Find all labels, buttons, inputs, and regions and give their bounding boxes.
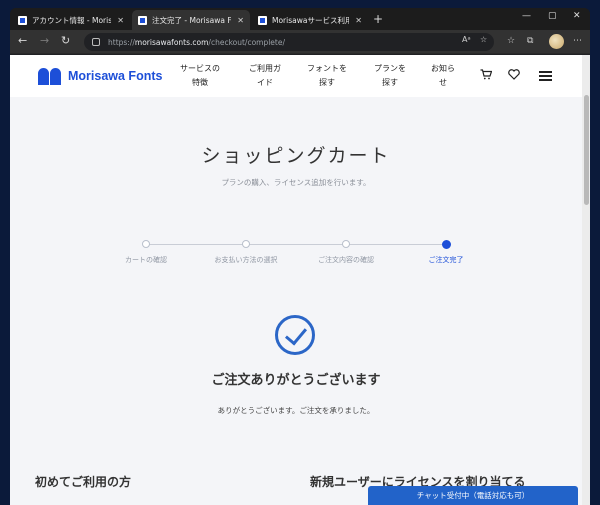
url-text: https://morisawafonts.com/checkout/compl… bbox=[108, 37, 286, 47]
read-aloud-icon[interactable]: Aᵃ bbox=[462, 35, 471, 44]
site-header: Morisawa Fonts サービスの 特徴 ご利用ガ イド フォントを 探す プラ… bbox=[10, 55, 582, 97]
step-dot-complete bbox=[442, 240, 451, 249]
page-subtitle: プランの購入、ライセンス追加を行います。 bbox=[221, 178, 371, 187]
page-viewport: Morisawa Fonts サービスの 特徴 ご利用ガ イド フォントを 探す プラ… bbox=[10, 55, 590, 505]
nav-features[interactable]: サービスの 特徴 bbox=[175, 62, 225, 90]
more-menu-icon[interactable]: ⋯ bbox=[573, 36, 582, 46]
nav-guide[interactable]: ご利用ガ イド bbox=[240, 62, 290, 90]
collections-icon[interactable]: ⧉ bbox=[527, 36, 533, 46]
thanks-message: ありがとうございます。ご注文を承りました。 bbox=[217, 406, 375, 415]
close-window-button[interactable]: ✕ bbox=[573, 11, 581, 21]
nav-news[interactable]: お知らせ bbox=[418, 62, 468, 90]
morisawa-favicon-icon bbox=[18, 15, 27, 25]
step-label-payment: お支払い方法の選択 bbox=[214, 256, 278, 264]
tab-strip: アカウント情報 - Morisawa ID ✕ 注文完了 - Morisawa … bbox=[10, 8, 590, 30]
back-button[interactable]: ← bbox=[18, 34, 27, 47]
step-label-cart: カートの確認 bbox=[125, 256, 167, 264]
minimize-button[interactable]: — bbox=[522, 11, 531, 21]
forward-button[interactable]: → bbox=[40, 34, 49, 47]
hamburger-menu-icon[interactable] bbox=[539, 71, 552, 81]
tab-title: 注文完了 - Morisawa Fonts bbox=[152, 15, 232, 25]
profile-avatar[interactable] bbox=[549, 34, 564, 49]
reload-button[interactable]: ↻ bbox=[61, 34, 70, 47]
step-dot-payment bbox=[242, 240, 250, 248]
favorite-star-icon[interactable]: ☆ bbox=[480, 35, 487, 44]
close-tab-icon[interactable]: ✕ bbox=[355, 16, 362, 25]
browser-window: アカウント情報 - Morisawa ID ✕ 注文完了 - Morisawa … bbox=[10, 8, 590, 505]
page-scrollbar[interactable] bbox=[582, 55, 590, 505]
tab-title: アカウント情報 - Morisawa ID bbox=[32, 15, 112, 25]
step-dot-confirm bbox=[342, 240, 350, 248]
steps-line bbox=[146, 244, 446, 245]
scrollbar-thumb[interactable] bbox=[584, 95, 589, 205]
step-label-complete: ご注文完了 bbox=[428, 256, 464, 264]
step-dot-cart bbox=[142, 240, 150, 248]
close-tab-icon[interactable]: ✕ bbox=[237, 16, 244, 25]
chat-support-button[interactable]: チャット受付中（電話対応も可） bbox=[368, 486, 578, 505]
tab-order-complete[interactable]: 注文完了 - Morisawa Fonts ✕ bbox=[132, 10, 250, 30]
favorites-icon[interactable]: ☆ bbox=[507, 36, 515, 46]
close-tab-icon[interactable]: ✕ bbox=[117, 16, 124, 25]
heart-icon[interactable] bbox=[508, 69, 520, 83]
section-first-time: 初めてご利用の方 bbox=[35, 475, 132, 489]
lock-icon[interactable] bbox=[92, 38, 100, 46]
tab-title: Morisawaサービス利用規約 - Mori bbox=[272, 15, 350, 25]
page-title: ショッピングカート bbox=[201, 145, 391, 167]
tab-account[interactable]: アカウント情報 - Morisawa ID ✕ bbox=[12, 10, 130, 30]
address-bar[interactable]: https://morisawafonts.com/checkout/compl… bbox=[84, 33, 494, 51]
thanks-heading: ご注文ありがとうございます bbox=[211, 373, 381, 388]
browser-toolbar: ← → ↻ https://morisawafonts.com/checkout… bbox=[10, 30, 590, 54]
morisawa-favicon-icon bbox=[138, 15, 147, 25]
site-logo-text[interactable]: Morisawa Fonts bbox=[68, 69, 162, 83]
maximize-button[interactable]: ▢ bbox=[548, 11, 557, 21]
cart-icon[interactable] bbox=[480, 69, 493, 83]
nav-find-fonts[interactable]: フォントを 探す bbox=[302, 62, 352, 90]
checkmark-circle-icon bbox=[275, 315, 315, 355]
morisawa-logo-icon[interactable] bbox=[38, 68, 62, 85]
new-tab-button[interactable]: + bbox=[373, 12, 383, 26]
tab-terms[interactable]: Morisawaサービス利用規約 - Mori ✕ bbox=[252, 10, 368, 30]
nav-find-plans[interactable]: プランを 探す bbox=[365, 62, 415, 90]
morisawa-favicon-icon bbox=[258, 15, 267, 25]
step-label-confirm: ご注文内容の確認 bbox=[318, 256, 374, 264]
